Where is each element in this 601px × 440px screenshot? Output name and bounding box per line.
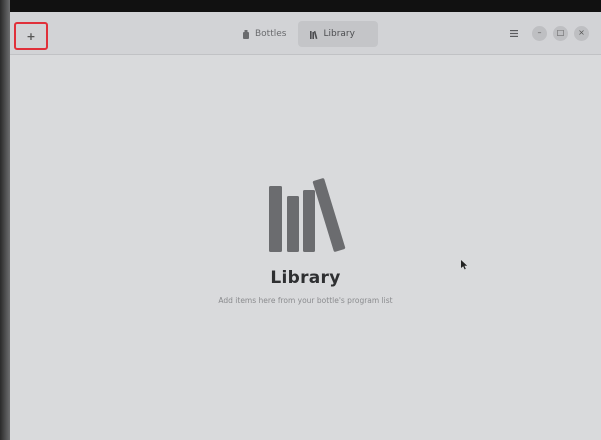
monitor-bezel-top: [0, 0, 601, 12]
library-icon: [310, 30, 318, 39]
status-description: Add items here from your bottle's progra…: [218, 296, 393, 305]
close-icon: ×: [578, 28, 585, 37]
tab-bottles[interactable]: Bottles: [230, 21, 298, 47]
library-content: Library Add items here from your bottle'…: [10, 54, 601, 440]
maximize-icon: □: [556, 28, 565, 37]
minimize-icon: –: [537, 28, 542, 37]
screen: + Bottles Library – □ × Library Add item…: [0, 0, 601, 440]
bottles-window: + Bottles Library – □ × Library Add item…: [10, 12, 601, 440]
library-status-page: Library Add items here from your bottle'…: [10, 172, 601, 305]
tab-bottles-label: Bottles: [255, 29, 287, 39]
main-menu-button[interactable]: [506, 25, 522, 41]
hamburger-menu-icon: [510, 29, 518, 37]
maximize-button[interactable]: □: [553, 25, 568, 41]
close-button[interactable]: ×: [574, 25, 589, 41]
library-books-icon: [268, 178, 345, 252]
add-icon: +: [26, 29, 36, 43]
tab-library[interactable]: Library: [298, 21, 379, 47]
mouse-cursor-icon: [461, 260, 468, 270]
bottle-icon: [243, 29, 249, 39]
add-button[interactable]: +: [14, 22, 48, 50]
window-controls: – □ ×: [506, 25, 589, 41]
status-title: Library: [270, 268, 341, 288]
tab-library-label: Library: [323, 29, 355, 39]
monitor-bezel-left: [0, 0, 10, 440]
headerbar: + Bottles Library – □ ×: [10, 12, 601, 55]
view-switcher: Bottles Library: [230, 21, 379, 47]
minimize-button[interactable]: –: [532, 25, 547, 41]
